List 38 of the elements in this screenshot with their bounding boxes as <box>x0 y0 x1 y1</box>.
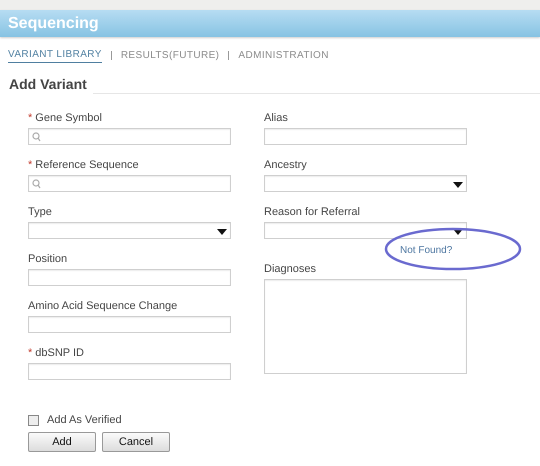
search-icon <box>32 179 41 189</box>
field-label: Position <box>28 252 68 267</box>
form-button[interactable]: Add <box>28 432 96 452</box>
not-found-link[interactable]: Not Found? <box>400 243 452 258</box>
dropdown-caret-icon <box>217 229 227 235</box>
dropdown-caret-icon <box>453 229 463 235</box>
nav-tab[interactable]: ADMINISTRATION <box>238 48 329 62</box>
section-title: Add Variant <box>9 75 87 94</box>
nav-tab[interactable]: RESULTS(FUTURE) <box>120 48 220 62</box>
field-label: dbSNP ID <box>35 346 84 361</box>
dropdown-field[interactable] <box>28 222 231 239</box>
field-label: Type <box>28 204 52 220</box>
input-field[interactable] <box>28 316 231 333</box>
search-icon <box>32 132 41 142</box>
input-field[interactable] <box>264 128 467 145</box>
required-marker: * <box>28 158 32 173</box>
input-field[interactable] <box>28 269 231 286</box>
search-field[interactable] <box>28 128 231 145</box>
text-area[interactable] <box>264 279 467 374</box>
checkbox[interactable] <box>28 414 39 426</box>
nav-tab[interactable]: VARIANT LIBRARY <box>8 47 102 63</box>
dropdown-field[interactable] <box>264 222 467 239</box>
field-label: Reference Sequence <box>35 158 139 173</box>
checkbox-label: Add As Verified <box>47 412 122 428</box>
required-marker: * <box>28 346 32 361</box>
field-label: Ancestry <box>264 158 307 173</box>
field-label: Amino Acid Sequence Change <box>28 298 178 314</box>
dropdown-caret-icon <box>453 182 463 188</box>
field-label: Alias <box>264 110 288 126</box>
field-label: Gene Symbol <box>35 110 102 126</box>
field-label: Diagnoses <box>264 262 316 277</box>
required-marker: * <box>28 110 32 126</box>
input-field[interactable] <box>28 363 231 380</box>
dropdown-field[interactable] <box>264 175 467 192</box>
search-field[interactable] <box>28 175 231 192</box>
app-title: Sequencing <box>8 14 99 34</box>
form-button[interactable]: Cancel <box>102 432 170 452</box>
field-label: Reason for Referral <box>264 204 360 220</box>
